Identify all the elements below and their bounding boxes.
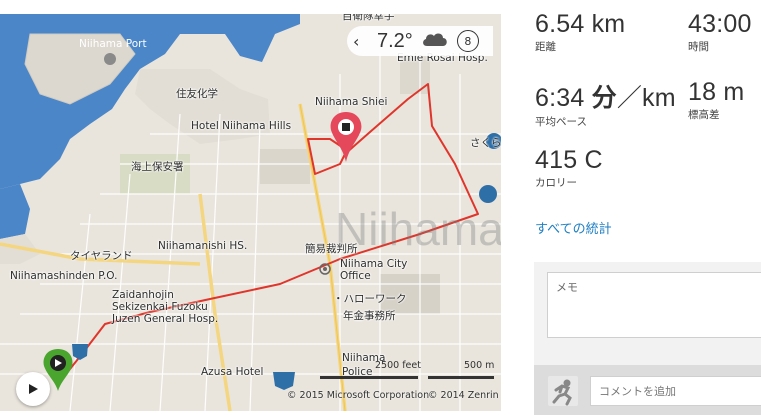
copyright-zenrin: © 2014 Zenrin — [428, 390, 499, 401]
weather-widget[interactable]: ‹ 7.2° 8 — [347, 26, 493, 56]
calories-value: 415 C — [535, 146, 603, 174]
pace-label: 平均ペース — [535, 116, 587, 128]
stat-pace: 6:34 分／km 平均ペース — [535, 78, 676, 129]
replay-button[interactable] — [16, 372, 50, 406]
label-jieitai: 自衛隊幸手 — [342, 14, 395, 22]
distance-label: 距離 — [535, 41, 556, 53]
label-niihama-shiei: Niihama Shiei — [315, 96, 388, 108]
scale-bar-feet — [320, 376, 418, 379]
label-juzen-hospital: Zaidanhojin Sekizenkai Fuzoku Juzen Gene… — [112, 289, 219, 325]
stat-calories: 415 C カロリー — [535, 146, 603, 190]
label-nenkin-jimusho: 年金事務所 — [343, 310, 396, 322]
avatar — [548, 376, 578, 406]
label-sumitomo: 住友化学 — [176, 88, 218, 100]
runner-avatar-icon — [552, 379, 572, 406]
calories-label: カロリー — [535, 177, 577, 189]
label-niihamanishi-hs: Niihamanishi HS. — [158, 240, 248, 252]
route-map[interactable]: 自衛隊幸手 Niihama Port 住友化学 Hotel Niihama Hi… — [0, 14, 501, 411]
label-taiyaland: タイヤランド — [70, 250, 133, 262]
pace-number: 6:34 — [535, 84, 585, 112]
stat-time: 43:00 時間 — [688, 10, 752, 54]
stat-elevation: 18 m 標高差 — [688, 78, 744, 122]
label-niihama-city-large: Niihama — [335, 203, 501, 255]
scale-feet: 2500 feet — [375, 360, 421, 371]
label-niihamashinden-po: Niihamashinden P.O. — [10, 270, 118, 282]
pace-value: 6:34 分／km — [535, 78, 676, 114]
elevation-value: 18 m — [688, 78, 745, 106]
chevron-left-icon[interactable]: ‹ — [347, 32, 371, 51]
label-sakura: さくら郵 — [470, 137, 501, 149]
time-label: 時間 — [688, 41, 709, 53]
label-kanni-saibansho: 簡易裁判所 — [305, 243, 358, 255]
comment-input[interactable] — [590, 376, 761, 406]
stat-distance: 6.54 km 距離 — [535, 10, 625, 54]
scale-meters: 500 m — [464, 360, 495, 371]
label-hello-work: ・ハローワーク — [333, 293, 407, 305]
memo-panel — [534, 262, 761, 415]
label-niihama-port: Niihama Port — [79, 38, 147, 50]
play-icon — [27, 380, 39, 399]
label-niihama-city-office: Niihama City Office — [340, 258, 408, 282]
pace-unit-min: 分 — [591, 84, 617, 112]
scale-bar-meters — [428, 376, 494, 379]
weather-temperature: 7.2° — [377, 29, 413, 52]
copyright-microsoft: © 2015 Microsoft Corporation — [287, 390, 430, 401]
distance-value: 6.54 km — [535, 10, 626, 38]
label-hotel-niihama-hills: Hotel Niihama Hills — [191, 120, 292, 132]
weather-badge: 8 — [456, 30, 479, 52]
label-kaijo-hoanbu: 海上保安署 — [131, 161, 184, 173]
all-stats-link[interactable]: すべての統計 — [535, 218, 612, 237]
elevation-label: 標高差 — [688, 109, 720, 121]
pace-unit-km: ／km — [616, 84, 676, 112]
cloud-icon — [421, 31, 449, 51]
memo-field[interactable] — [547, 272, 761, 338]
label-azusa-hotel: Azusa Hotel — [201, 366, 264, 378]
route-13-shield-a — [479, 185, 497, 203]
time-value: 43:00 — [688, 10, 752, 38]
